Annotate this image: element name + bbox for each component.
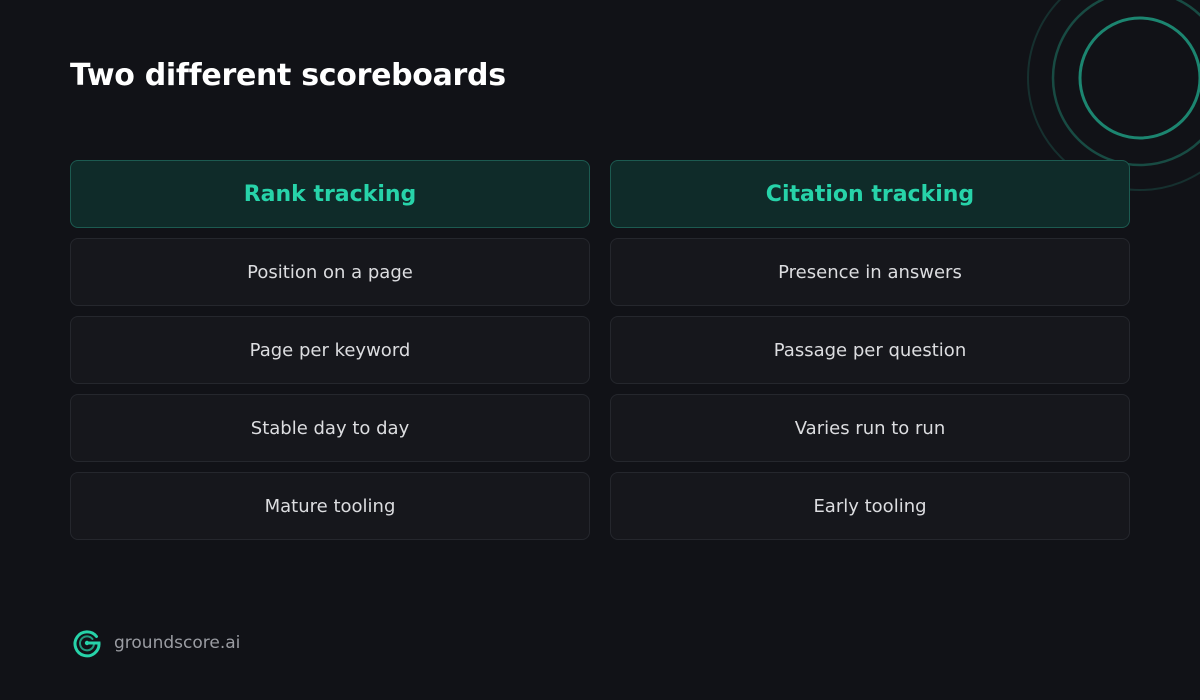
column-header-citation-tracking: Citation tracking xyxy=(610,160,1130,228)
table-cell: Stable day to day xyxy=(70,394,590,462)
table-cell: Mature tooling xyxy=(70,472,590,540)
g-circle-logo-icon xyxy=(73,630,101,658)
rank-tracking-column: Rank tracking Position on a page Page pe… xyxy=(70,160,590,550)
column-header-rank-tracking: Rank tracking xyxy=(70,160,590,228)
brand-name: groundscore.ai xyxy=(114,633,241,653)
table-cell: Position on a page xyxy=(70,238,590,306)
table-cell: Early tooling xyxy=(610,472,1130,540)
table-cell: Varies run to run xyxy=(610,394,1130,462)
table-cell: Presence in answers xyxy=(610,238,1130,306)
table-cell: Page per keyword xyxy=(70,316,590,384)
citation-tracking-column: Citation tracking Presence in answers Pa… xyxy=(610,160,1130,550)
table-cell: Passage per question xyxy=(610,316,1130,384)
footer-brand: groundscore.ai xyxy=(72,628,240,658)
page-title: Two different scoreboards xyxy=(70,58,506,93)
